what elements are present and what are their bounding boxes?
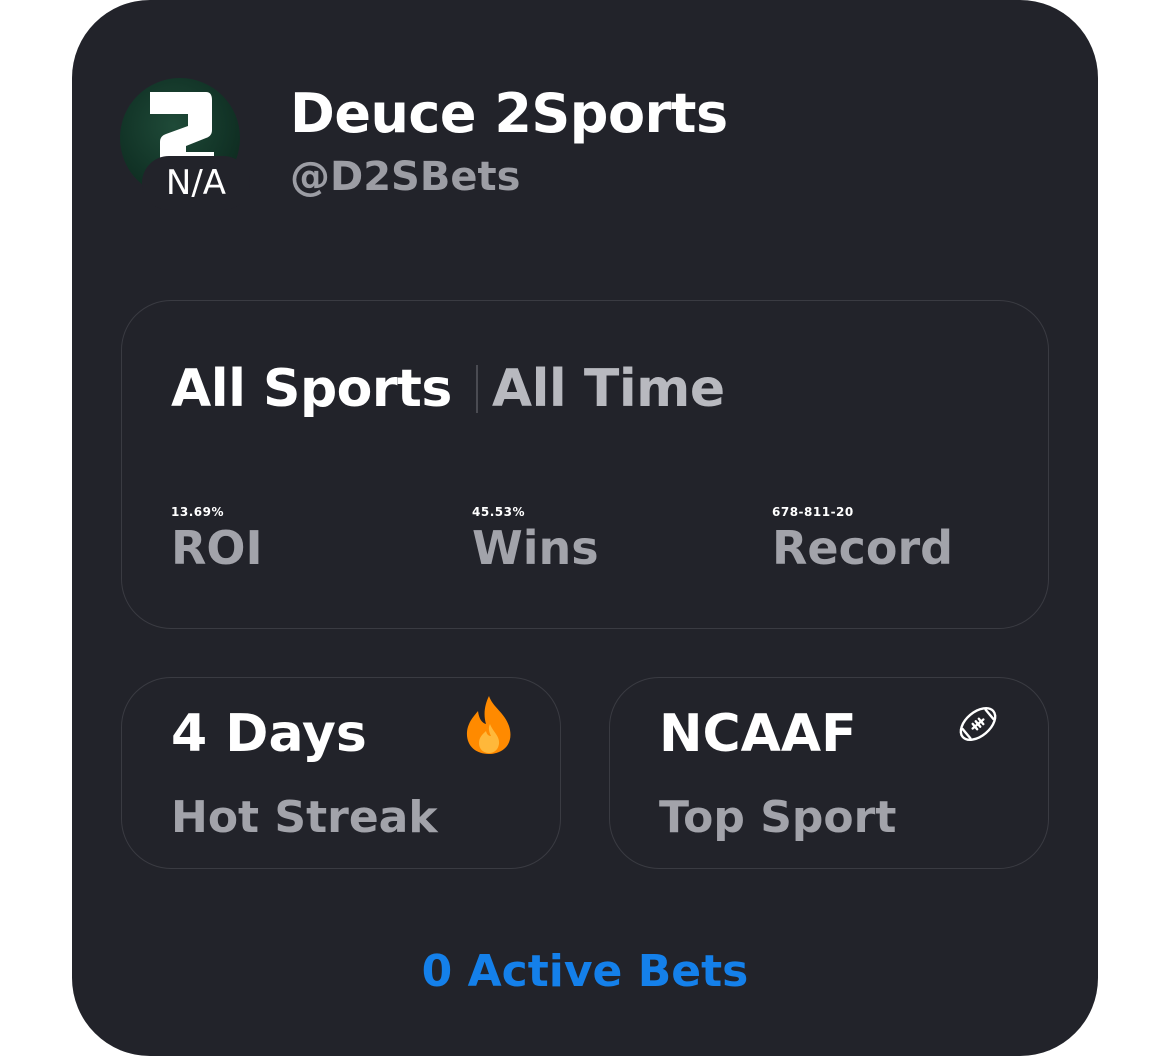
stats-panel: All Sports All Time 13.69% ROI 45.53% Wi… xyxy=(121,300,1049,629)
stats-filter-row: All Sports All Time xyxy=(171,359,725,419)
stat-record-value: 678-811-20 xyxy=(772,505,854,519)
time-filter[interactable]: All Time xyxy=(492,359,725,419)
top-sport-value: NCAAF xyxy=(659,704,857,764)
profile-card: N/A Deuce 2Sports @D2SBets All Sports Al… xyxy=(72,0,1098,1056)
stat-record-label: Record xyxy=(772,521,954,575)
top-sport-tile[interactable]: NCAAF Top Sport xyxy=(609,677,1049,869)
hot-streak-label: Hot Streak xyxy=(171,792,438,843)
sport-filter[interactable]: All Sports xyxy=(171,359,452,419)
stat-wins-label: Wins xyxy=(472,521,599,575)
top-sport-label: Top Sport xyxy=(659,792,897,843)
user-handle: @D2SBets xyxy=(290,154,521,200)
stat-roi-label: ROI xyxy=(171,521,263,575)
stat-wins: 45.53% Wins xyxy=(472,505,599,575)
football-icon xyxy=(959,706,997,742)
user-display-name: Deuce 2Sports xyxy=(290,82,728,145)
filter-divider xyxy=(475,365,478,413)
active-bets-link[interactable]: 0 Active Bets xyxy=(72,946,1098,997)
hot-streak-tile[interactable]: 4 Days Hot Streak xyxy=(121,677,561,869)
stat-roi: 13.69% ROI xyxy=(171,505,263,575)
fire-icon xyxy=(466,696,511,754)
stat-roi-value: 13.69% xyxy=(171,505,224,519)
stat-record: 678-811-20 Record xyxy=(772,505,953,575)
avatar-badge: N/A xyxy=(142,156,250,210)
stat-wins-value: 45.53% xyxy=(472,505,525,519)
avatar-container[interactable]: N/A xyxy=(120,78,250,210)
hot-streak-value: 4 Days xyxy=(171,704,367,764)
